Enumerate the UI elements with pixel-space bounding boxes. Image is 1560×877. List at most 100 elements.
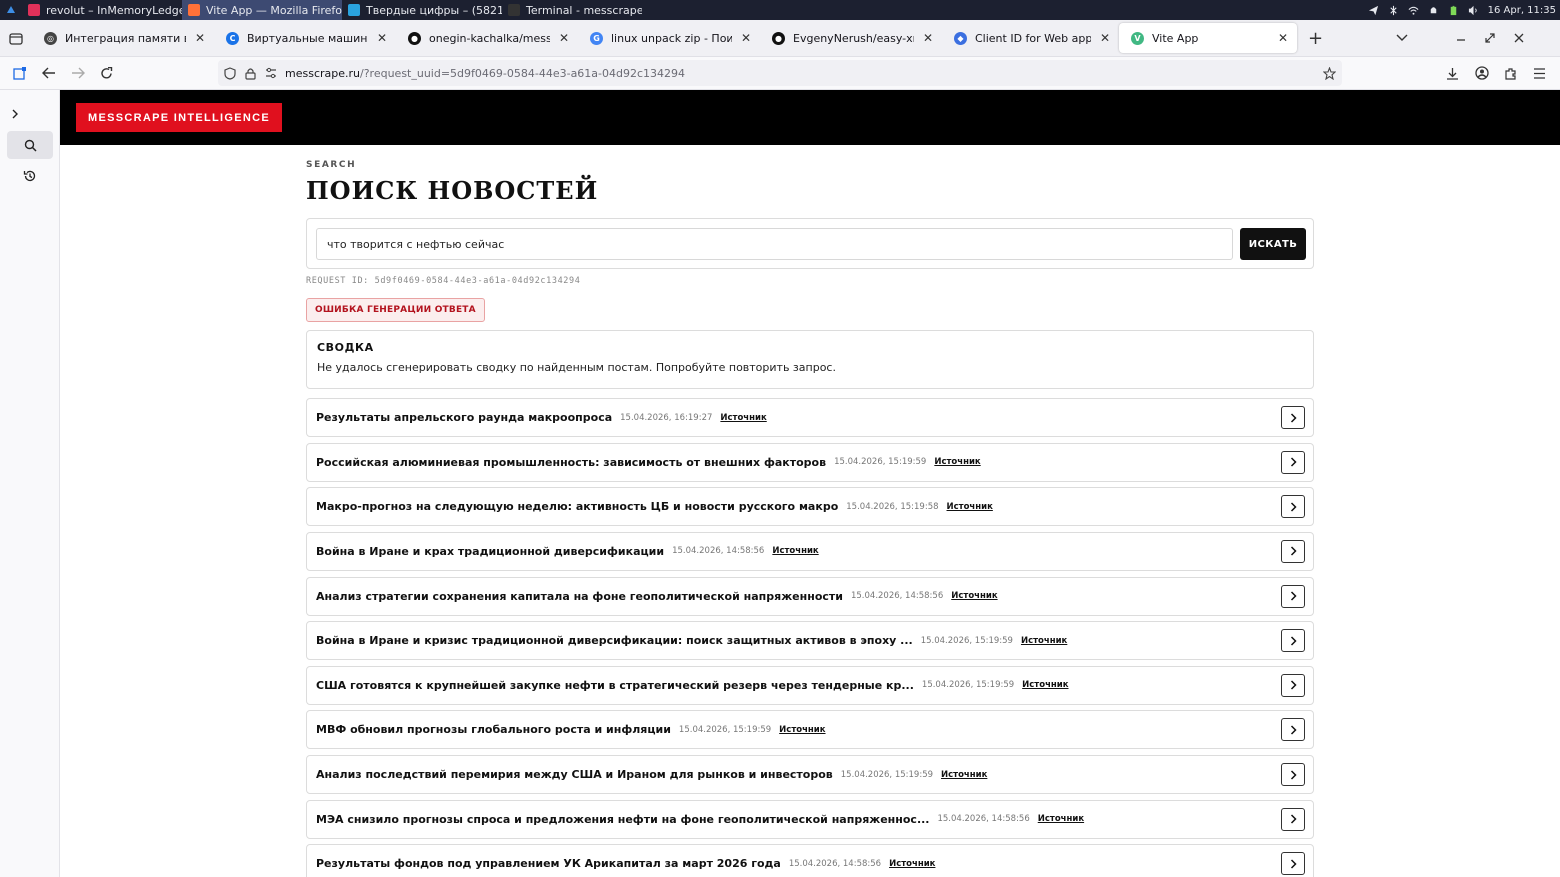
tab-close-icon[interactable]: ✕ xyxy=(1277,31,1289,45)
result-source-link[interactable]: Источник xyxy=(1022,680,1068,690)
browser-tab[interactable]: ● onegin-kachalka/messcrape: ✕ xyxy=(396,23,578,53)
browser-tab[interactable]: Glinux unpack zip - Поиск в Go ✕ xyxy=(578,23,760,53)
firefox-view-icon[interactable] xyxy=(0,24,32,52)
expand-result-button[interactable] xyxy=(1281,406,1305,429)
result-row[interactable]: США готовятся к крупнейшей закупке нефти… xyxy=(306,665,1314,705)
tab-title: EvgenyNerush/easy-xray: Scri xyxy=(793,31,914,45)
task-app-icon xyxy=(348,4,360,16)
result-row[interactable]: МЭА снизило прогнозы спроса и предложени… xyxy=(306,799,1314,839)
brand-logo[interactable]: MESSCRAPE INTELLIGENCE xyxy=(76,103,283,132)
tab-list-chevron-icon[interactable] xyxy=(1387,24,1416,52)
telegram-tray-icon[interactable] xyxy=(1368,5,1379,16)
result-title: Анализ последствий перемирия между США и… xyxy=(316,768,833,782)
result-row[interactable]: Макро-прогноз на следующую неделю: актив… xyxy=(306,487,1314,527)
search-input[interactable] xyxy=(316,228,1233,260)
tab-close-icon[interactable]: ✕ xyxy=(376,31,388,45)
tracking-protection-shield-icon[interactable] xyxy=(224,66,236,80)
os-taskbar: revolut – InMemoryLedgerS... Vite App — M… xyxy=(0,0,1560,20)
window-close-icon[interactable] xyxy=(1504,24,1533,52)
lock-icon[interactable] xyxy=(245,67,256,80)
clock[interactable]: 16 Apr, 11:35 xyxy=(1488,5,1556,16)
result-source-link[interactable]: Источник xyxy=(889,859,935,869)
search-button[interactable]: ИСКАТЬ xyxy=(1240,228,1306,260)
result-source-link[interactable]: Источник xyxy=(772,546,818,556)
expand-result-button[interactable] xyxy=(1281,718,1305,742)
expand-sidebar-chevron-icon[interactable] xyxy=(0,100,30,128)
expand-result-button[interactable] xyxy=(1281,763,1305,787)
tab-close-icon[interactable]: ✕ xyxy=(558,31,570,45)
result-row[interactable]: Результаты апрельского раунда макроопрос… xyxy=(306,398,1314,437)
result-source-link[interactable]: Источник xyxy=(941,770,987,780)
result-title: США готовятся к крупнейшей закупке нефти… xyxy=(316,678,914,692)
result-source-link[interactable]: Источник xyxy=(934,457,980,467)
volume-icon[interactable] xyxy=(1468,5,1479,16)
tab-close-icon[interactable]: ✕ xyxy=(1099,31,1111,45)
new-tab-plus-icon[interactable]: + xyxy=(1301,24,1330,52)
permissions-icon[interactable] xyxy=(265,67,277,79)
expand-result-button[interactable] xyxy=(1281,584,1305,608)
notifications-bell-icon[interactable] xyxy=(1428,5,1439,16)
result-row[interactable]: Анализ стратегии сохранения капитала на … xyxy=(306,576,1314,616)
tab-close-icon[interactable]: ✕ xyxy=(194,31,206,45)
chatgpt-icon: ◎ xyxy=(44,31,57,45)
expand-result-button[interactable] xyxy=(1281,673,1305,697)
browser-tab[interactable]: ● EvgenyNerush/easy-xray: Scri ✕ xyxy=(760,23,942,53)
url-bar[interactable]: messcrape.ru/?request_uuid=5d9f0469-0584… xyxy=(218,60,1342,86)
taskbar-task[interactable]: Vite App — Mozilla Firefox xyxy=(182,0,342,20)
tab-close-icon[interactable]: ✕ xyxy=(740,31,752,45)
back-arrow-icon[interactable] xyxy=(34,59,63,87)
expand-result-button[interactable] xyxy=(1281,539,1305,563)
result-row[interactable]: Анализ последствий перемирия между США и… xyxy=(306,755,1314,795)
expand-result-button[interactable] xyxy=(1281,852,1305,876)
app-launcher-icon[interactable] xyxy=(0,0,22,20)
result-source-link[interactable]: Источник xyxy=(779,725,825,735)
downloads-icon[interactable] xyxy=(1438,59,1467,87)
taskbar-task[interactable]: Твердые цифры – (58218) xyxy=(342,0,502,20)
browser-tab[interactable]: C Виртуальные машины | Yan ✕ xyxy=(214,23,396,53)
result-row[interactable]: Война в Иране и крах традиционной диверс… xyxy=(306,531,1314,571)
result-row[interactable]: МВФ обновил прогнозы глобального роста и… xyxy=(306,710,1314,750)
result-row[interactable]: Война в Иране и кризис традиционной диве… xyxy=(306,621,1314,661)
forward-arrow-icon[interactable] xyxy=(63,59,92,87)
tab-close-icon[interactable]: ✕ xyxy=(922,31,934,45)
result-date: 15.04.2026, 15:19:59 xyxy=(678,724,772,735)
reload-icon[interactable] xyxy=(92,59,121,87)
sidebar-history-icon[interactable] xyxy=(7,162,53,190)
expand-result-button[interactable] xyxy=(1281,495,1305,519)
account-icon[interactable] xyxy=(1467,59,1496,87)
sidebar-toggle-icon[interactable] xyxy=(5,59,34,87)
result-source-link[interactable]: Источник xyxy=(720,413,766,423)
chevron-right-icon xyxy=(1290,770,1297,780)
sidebar-search-icon[interactable] xyxy=(7,131,53,159)
task-label: Terminal - messcrape xyxy=(526,3,642,17)
window-minimize-icon[interactable] xyxy=(1446,24,1475,52)
extensions-puzzle-icon[interactable] xyxy=(1496,59,1525,87)
browser-tab[interactable]: V Vite App ✕ xyxy=(1119,23,1297,53)
taskbar-task[interactable]: Terminal - messcrape xyxy=(502,0,642,20)
browser-tab[interactable]: ◎ Интеграция памяти в проек ✕ xyxy=(32,23,214,53)
result-source-link[interactable]: Источник xyxy=(1021,636,1067,646)
result-title: Война в Иране и кризис традиционной диве… xyxy=(316,634,913,648)
result-row[interactable]: Российская алюминиевая промышленность: з… xyxy=(306,442,1314,482)
tab-title: onegin-kachalka/messcrape: xyxy=(429,31,550,45)
window-restore-icon[interactable] xyxy=(1475,24,1504,52)
bookmark-star-icon[interactable] xyxy=(1323,66,1336,80)
result-source-link[interactable]: Источник xyxy=(951,591,997,601)
result-source-link[interactable]: Источник xyxy=(947,502,993,512)
browser-tab[interactable]: ◆ Client ID for Web application ✕ xyxy=(942,23,1119,53)
summary-card: СВОДКА Не удалось сгенерировать сводку п… xyxy=(306,330,1314,389)
result-row[interactable]: Результаты фондов под управлением УК Ари… xyxy=(306,844,1314,877)
expand-result-button[interactable] xyxy=(1281,807,1305,831)
taskbar-task[interactable]: revolut – InMemoryLedgerS... xyxy=(22,0,182,20)
battery-icon[interactable] xyxy=(1448,5,1459,16)
menu-hamburger-icon[interactable] xyxy=(1525,59,1554,87)
wifi-icon[interactable] xyxy=(1408,5,1419,16)
chevron-right-icon xyxy=(1290,546,1297,556)
result-source-link[interactable]: Источник xyxy=(1038,814,1084,824)
task-label: Vite App — Mozilla Firefox xyxy=(206,3,342,17)
bluetooth-off-icon[interactable] xyxy=(1388,5,1399,16)
expand-result-button[interactable] xyxy=(1281,629,1305,653)
expand-result-button[interactable] xyxy=(1281,450,1305,474)
chevron-right-icon xyxy=(1290,591,1297,601)
tab-title: Client ID for Web application xyxy=(975,31,1091,45)
